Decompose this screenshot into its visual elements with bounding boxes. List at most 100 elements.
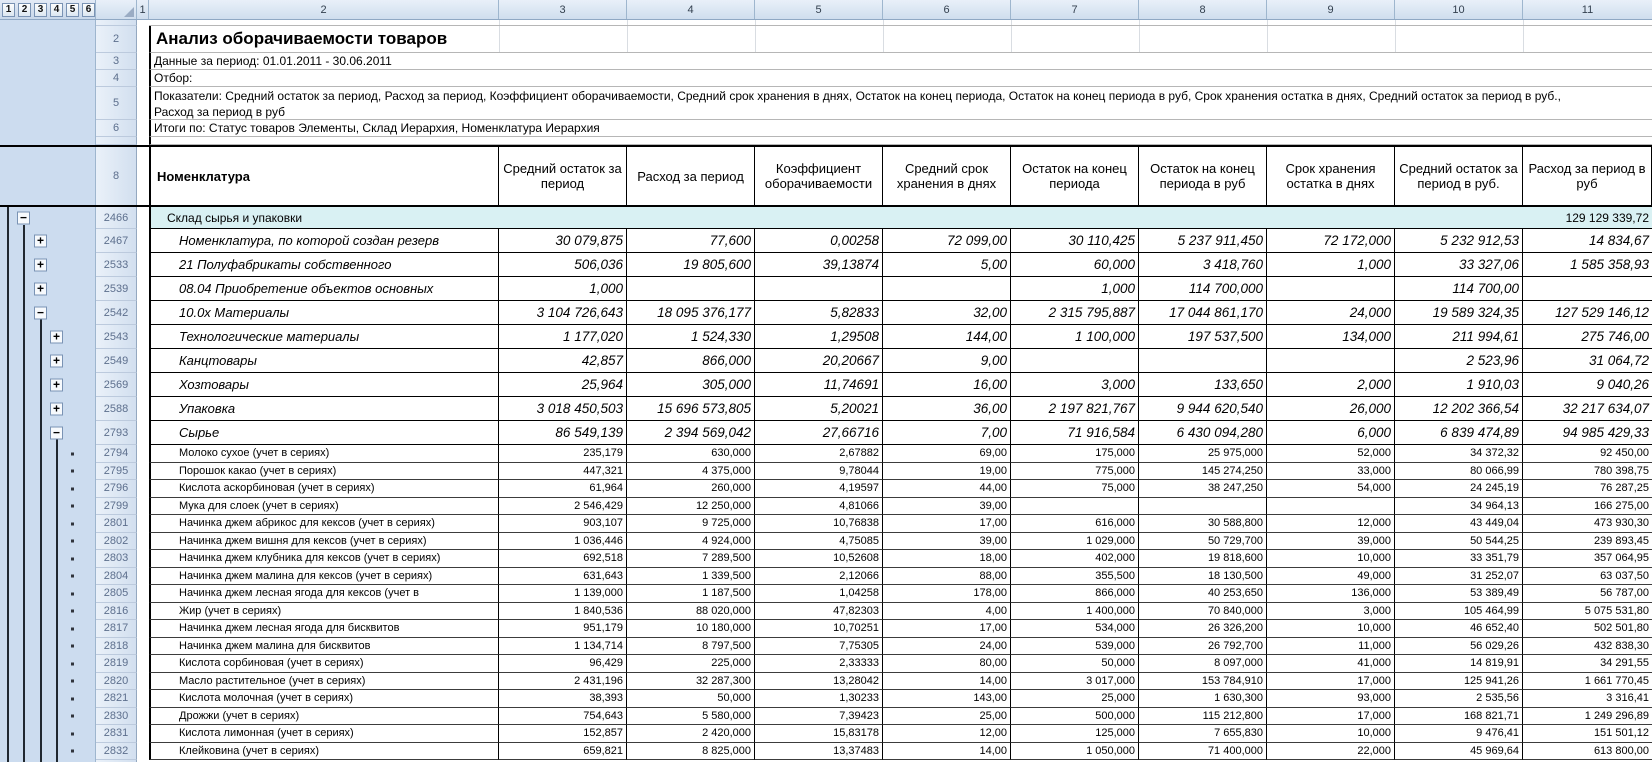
nomenclature-cell[interactable]: Кислота сорбиновая (учет в сериях) bbox=[149, 655, 499, 673]
value-cell[interactable]: 166 275,00 bbox=[1523, 498, 1652, 516]
value-cell[interactable]: 33 351,79 bbox=[1395, 550, 1523, 568]
value-cell[interactable]: 2 394 569,042 bbox=[627, 421, 755, 445]
value-cell[interactable]: 305,000 bbox=[627, 373, 755, 397]
row-number[interactable]: 2805 bbox=[96, 585, 137, 603]
row-number[interactable]: 2539 bbox=[96, 277, 137, 301]
header-end-balance[interactable]: Остаток на конец периода bbox=[1011, 147, 1139, 205]
value-cell[interactable]: 143,00 bbox=[883, 690, 1011, 708]
value-cell[interactable]: 151 501,12 bbox=[1523, 725, 1652, 743]
value-cell[interactable]: 1,000 bbox=[1267, 253, 1395, 277]
value-cell[interactable]: 50 544,25 bbox=[1395, 533, 1523, 551]
value-cell[interactable]: 1,000 bbox=[1011, 277, 1139, 301]
filter-cell[interactable]: Отбор: bbox=[149, 70, 1652, 87]
value-cell[interactable] bbox=[1267, 349, 1395, 373]
nomenclature-cell[interactable]: Кислота молочная (учет в сериях) bbox=[149, 690, 499, 708]
value-cell[interactable]: 24,000 bbox=[1267, 301, 1395, 325]
value-cell[interactable]: 80 066,99 bbox=[1395, 463, 1523, 481]
value-cell[interactable]: 46 652,40 bbox=[1395, 620, 1523, 638]
value-cell[interactable]: 5,20021 bbox=[755, 397, 883, 421]
value-cell[interactable]: 7,00 bbox=[883, 421, 1011, 445]
value-cell[interactable]: 506,036 bbox=[499, 253, 627, 277]
value-cell[interactable]: 36,00 bbox=[883, 397, 1011, 421]
value-cell[interactable]: 3 104 726,643 bbox=[499, 301, 627, 325]
report-title-cell[interactable]: Анализ оборачиваемости товаров bbox=[149, 26, 1652, 53]
value-cell[interactable]: 56 029,26 bbox=[1395, 638, 1523, 656]
value-cell[interactable] bbox=[627, 277, 755, 301]
column-header-1[interactable]: 1 bbox=[137, 0, 149, 19]
header-avg-balance-rub[interactable]: Средний остаток за период в руб. bbox=[1395, 147, 1523, 205]
value-cell[interactable]: 32 217 634,07 bbox=[1523, 397, 1652, 421]
value-cell[interactable]: 7 655,830 bbox=[1139, 725, 1267, 743]
value-cell[interactable]: 1 249 296,89 bbox=[1523, 708, 1652, 726]
value-cell[interactable]: 9 944 620,540 bbox=[1139, 397, 1267, 421]
row-number[interactable]: 2794 bbox=[96, 445, 137, 463]
value-cell[interactable]: 630,000 bbox=[627, 445, 755, 463]
expand-group-button[interactable]: + bbox=[50, 379, 63, 392]
value-cell[interactable]: 1 840,536 bbox=[499, 603, 627, 621]
value-cell[interactable]: 1,30233 bbox=[755, 690, 883, 708]
row-number[interactable]: 2816 bbox=[96, 603, 137, 621]
value-cell[interactable]: 2 523,96 bbox=[1395, 349, 1523, 373]
value-cell[interactable]: 1 910,03 bbox=[1395, 373, 1523, 397]
value-cell[interactable]: 125,000 bbox=[1011, 725, 1139, 743]
row-number[interactable]: 2804 bbox=[96, 568, 137, 586]
value-cell[interactable]: 534,000 bbox=[1011, 620, 1139, 638]
value-cell[interactable]: 903,107 bbox=[499, 515, 627, 533]
value-cell[interactable]: 17,000 bbox=[1267, 673, 1395, 691]
nomenclature-cell[interactable]: Начинка джем абрикос для кексов (учет в … bbox=[149, 515, 499, 533]
value-cell[interactable]: 357 064,95 bbox=[1523, 550, 1652, 568]
value-cell[interactable]: 2 546,429 bbox=[499, 498, 627, 516]
value-cell[interactable]: 38 247,250 bbox=[1139, 480, 1267, 498]
value-cell[interactable]: 402,000 bbox=[1011, 550, 1139, 568]
value-cell[interactable]: 88,00 bbox=[883, 568, 1011, 586]
value-cell[interactable]: 1 661 770,45 bbox=[1523, 673, 1652, 691]
value-cell[interactable]: 25,964 bbox=[499, 373, 627, 397]
value-cell[interactable]: 235,179 bbox=[499, 445, 627, 463]
value-cell[interactable]: 951,179 bbox=[499, 620, 627, 638]
row-number[interactable]: 2569 bbox=[96, 373, 137, 397]
value-cell[interactable]: 50,000 bbox=[627, 690, 755, 708]
value-cell[interactable]: 70 840,000 bbox=[1139, 603, 1267, 621]
value-cell[interactable]: 41,000 bbox=[1267, 655, 1395, 673]
value-cell[interactable]: 1,000 bbox=[499, 277, 627, 301]
value-cell[interactable]: 5,82833 bbox=[755, 301, 883, 325]
value-cell[interactable] bbox=[1267, 498, 1395, 516]
column-header-10[interactable]: 10 bbox=[1395, 0, 1523, 19]
value-cell[interactable]: 127 529 146,12 bbox=[1523, 301, 1652, 325]
row-number[interactable]: 4 bbox=[96, 70, 137, 87]
value-cell[interactable]: 43 449,04 bbox=[1395, 515, 1523, 533]
value-cell[interactable]: 25,00 bbox=[883, 708, 1011, 726]
value-cell[interactable]: 38,393 bbox=[499, 690, 627, 708]
row-number[interactable]: 2542 bbox=[96, 301, 137, 325]
value-cell[interactable] bbox=[883, 277, 1011, 301]
expand-group-button[interactable]: + bbox=[34, 283, 47, 296]
header-expense-rub[interactable]: Расход за период в руб bbox=[1523, 147, 1652, 205]
row-number[interactable]: 2549 bbox=[96, 349, 137, 373]
value-cell[interactable]: 88 020,000 bbox=[627, 603, 755, 621]
expand-group-button[interactable]: + bbox=[50, 403, 63, 416]
value-cell[interactable]: 1 134,714 bbox=[499, 638, 627, 656]
value-cell[interactable]: 18 130,500 bbox=[1139, 568, 1267, 586]
value-cell[interactable]: 45 969,64 bbox=[1395, 743, 1523, 761]
value-cell[interactable]: 14 834,67 bbox=[1523, 229, 1652, 253]
value-cell[interactable]: 275 746,00 bbox=[1523, 325, 1652, 349]
value-cell[interactable] bbox=[755, 277, 883, 301]
value-cell[interactable]: 77,600 bbox=[627, 229, 755, 253]
value-cell[interactable]: 33 327,06 bbox=[1395, 253, 1523, 277]
row-number[interactable]: 2588 bbox=[96, 397, 137, 421]
value-cell[interactable]: 3 316,41 bbox=[1523, 690, 1652, 708]
value-cell[interactable]: 3 418,760 bbox=[1139, 253, 1267, 277]
value-cell[interactable]: 1,04258 bbox=[755, 585, 883, 603]
outline-level-3-button[interactable]: 3 bbox=[34, 3, 47, 17]
value-cell[interactable]: 866,000 bbox=[1011, 585, 1139, 603]
value-cell[interactable]: 13,37483 bbox=[755, 743, 883, 761]
value-cell[interactable]: 1 339,500 bbox=[627, 568, 755, 586]
value-cell[interactable]: 19 818,600 bbox=[1139, 550, 1267, 568]
value-cell[interactable]: 17,00 bbox=[883, 620, 1011, 638]
value-cell[interactable]: 12,000 bbox=[1267, 515, 1395, 533]
nomenclature-cell[interactable]: Молоко сухое (учет в сериях) bbox=[149, 445, 499, 463]
value-cell[interactable]: 96,429 bbox=[499, 655, 627, 673]
value-cell[interactable]: 447,321 bbox=[499, 463, 627, 481]
value-cell[interactable]: 18 095 376,177 bbox=[627, 301, 755, 325]
value-cell[interactable]: 80,00 bbox=[883, 655, 1011, 673]
